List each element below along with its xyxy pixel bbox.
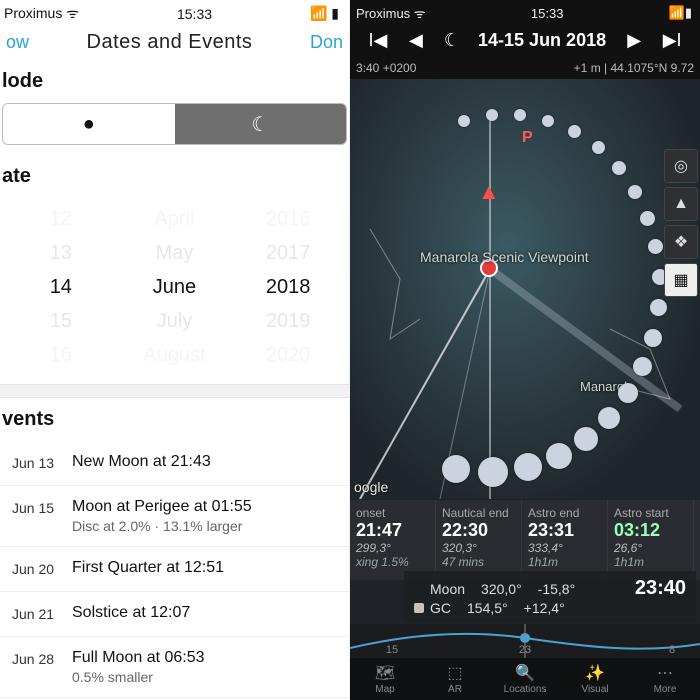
sub-info-bar: 3:40 +0200 +1 m | 44.1075°N 9.72 (350, 59, 700, 79)
done-button[interactable]: Don (310, 32, 343, 53)
prev-button[interactable]: ◀ (406, 30, 426, 51)
day-wheel[interactable]: 12 13 14 15 16 (5, 202, 118, 372)
position-readout: Moon 320,0° -15,8° 23:40 GC 154,5° +12,4… (404, 571, 696, 622)
event-cards[interactable]: onset21:47299,3°xing 1.5% Nautical end22… (350, 500, 700, 580)
list-item[interactable]: Jun 15Moon at Perigee at 01:55Disc at 2.… (0, 486, 349, 547)
next-button[interactable]: ▶ (624, 30, 644, 51)
tab-map[interactable]: 🗺Map (350, 658, 420, 700)
card[interactable]: onset21:47299,3°xing 1.5% (350, 500, 436, 580)
tool-satellite[interactable]: ▦ (664, 263, 698, 297)
poi-label: Manarola Scenic Viewpoint (420, 249, 589, 265)
list-item[interactable]: Jun 21Solstice at 12:07 (0, 592, 349, 637)
map-attribution: oogle (354, 479, 388, 495)
tab-locations[interactable]: 🔍Locations (490, 658, 560, 700)
moon-icon: ☾ (251, 112, 269, 137)
cube-icon: ⬚ (447, 663, 462, 683)
date-nav: I◀ ◀ ☾ 14-15 Jun 2018 ▶ ▶I (350, 24, 700, 59)
timezone-label: 3:40 +0200 (356, 61, 416, 75)
status-icons: 📶▮ (669, 5, 692, 21)
sparkle-icon: ✨ (585, 663, 605, 683)
p-marker: P (522, 129, 533, 147)
page-title: Dates and Events (87, 31, 253, 54)
date-range[interactable]: 14-15 Jun 2018 (478, 30, 606, 51)
status-time: 15:33 (531, 6, 564, 21)
dates-events-panel: Proximus ᯤ 15:33 📶 ▮ ow Dates and Events… (0, 0, 350, 700)
tab-visual[interactable]: ✨Visual (560, 658, 630, 700)
planner-panel: Proximus ᯤ 15:33 📶▮ I◀ ◀ ☾ 14-15 Jun 201… (350, 0, 700, 700)
tool-layers[interactable]: ❖ (664, 225, 698, 259)
events-list[interactable]: Jun 13New Moon at 21:43 Jun 15Moon at Pe… (0, 441, 349, 700)
back-button[interactable]: ow (6, 32, 29, 53)
events-label: vents (0, 398, 349, 441)
date-label: ate (0, 161, 349, 198)
list-item[interactable]: Jun 20First Quarter at 12:51 (0, 547, 349, 592)
sun-icon: ● (83, 113, 95, 136)
carrier-label: Proximus ᯤ (356, 4, 426, 22)
readout-clock: 23:40 (591, 577, 686, 600)
list-item[interactable]: Jun 13New Moon at 21:43 (0, 441, 349, 486)
wifi-icon: ᯤ (66, 5, 79, 21)
status-bar: Proximus ᯤ 15:33 📶▮ (350, 0, 700, 24)
mode-label: lode (0, 66, 349, 103)
tab-more[interactable]: ⋯More (630, 658, 700, 700)
map-icon: 🗺 (375, 663, 395, 683)
card[interactable]: Nautical end22:30320,3°47 mins (436, 500, 522, 580)
list-item[interactable]: Jun 28Full Moon at 06:530.5% smaller (0, 637, 349, 698)
carrier-label: Proximus ᯤ (4, 4, 79, 23)
date-picker[interactable]: 12 13 14 15 16 April May June July Augus… (0, 198, 349, 376)
year-wheel[interactable]: 2016 2017 2018 2019 2020 (232, 202, 345, 372)
tool-terrain[interactable]: ▲ (664, 187, 698, 221)
month-wheel[interactable]: April May June July August (118, 202, 231, 372)
card[interactable]: Astro start03:1226,6°1h1m (608, 500, 694, 580)
mode-moon[interactable]: ☾ (175, 104, 347, 144)
tab-bar: 🗺Map ⬚AR 🔍Locations ✨Visual ⋯More (350, 658, 700, 700)
tab-ar[interactable]: ⬚AR (420, 658, 490, 700)
mode-segmented: ● ☾ (2, 103, 347, 145)
status-icons: 📶 ▮ (310, 5, 339, 22)
card[interactable]: Astro end23:31333,4°1h1m (522, 500, 608, 580)
card[interactable]: Naut (694, 500, 700, 580)
status-bar: Proximus ᯤ 15:33 📶 ▮ (0, 0, 349, 25)
timeline[interactable]: 15 23 8 (350, 624, 700, 658)
status-time: 15:33 (177, 6, 212, 22)
direction-arrow-icon: ▲ (478, 179, 500, 205)
tool-target[interactable]: ◎ (664, 149, 698, 183)
last-button[interactable]: ▶I (662, 30, 682, 51)
mode-sun[interactable]: ● (3, 104, 175, 144)
nav-bar: ow Dates and Events Don (0, 25, 349, 66)
first-button[interactable]: I◀ (368, 30, 388, 51)
search-icon: 🔍 (515, 663, 535, 683)
location-label: +1 m | 44.1075°N 9.72 (574, 61, 694, 75)
more-icon: ⋯ (657, 663, 673, 683)
moon-phase-icon: ☾ (444, 30, 460, 51)
map-view[interactable]: P ▲ Manarola Scenic Viewpoint Manarola (350, 79, 700, 499)
